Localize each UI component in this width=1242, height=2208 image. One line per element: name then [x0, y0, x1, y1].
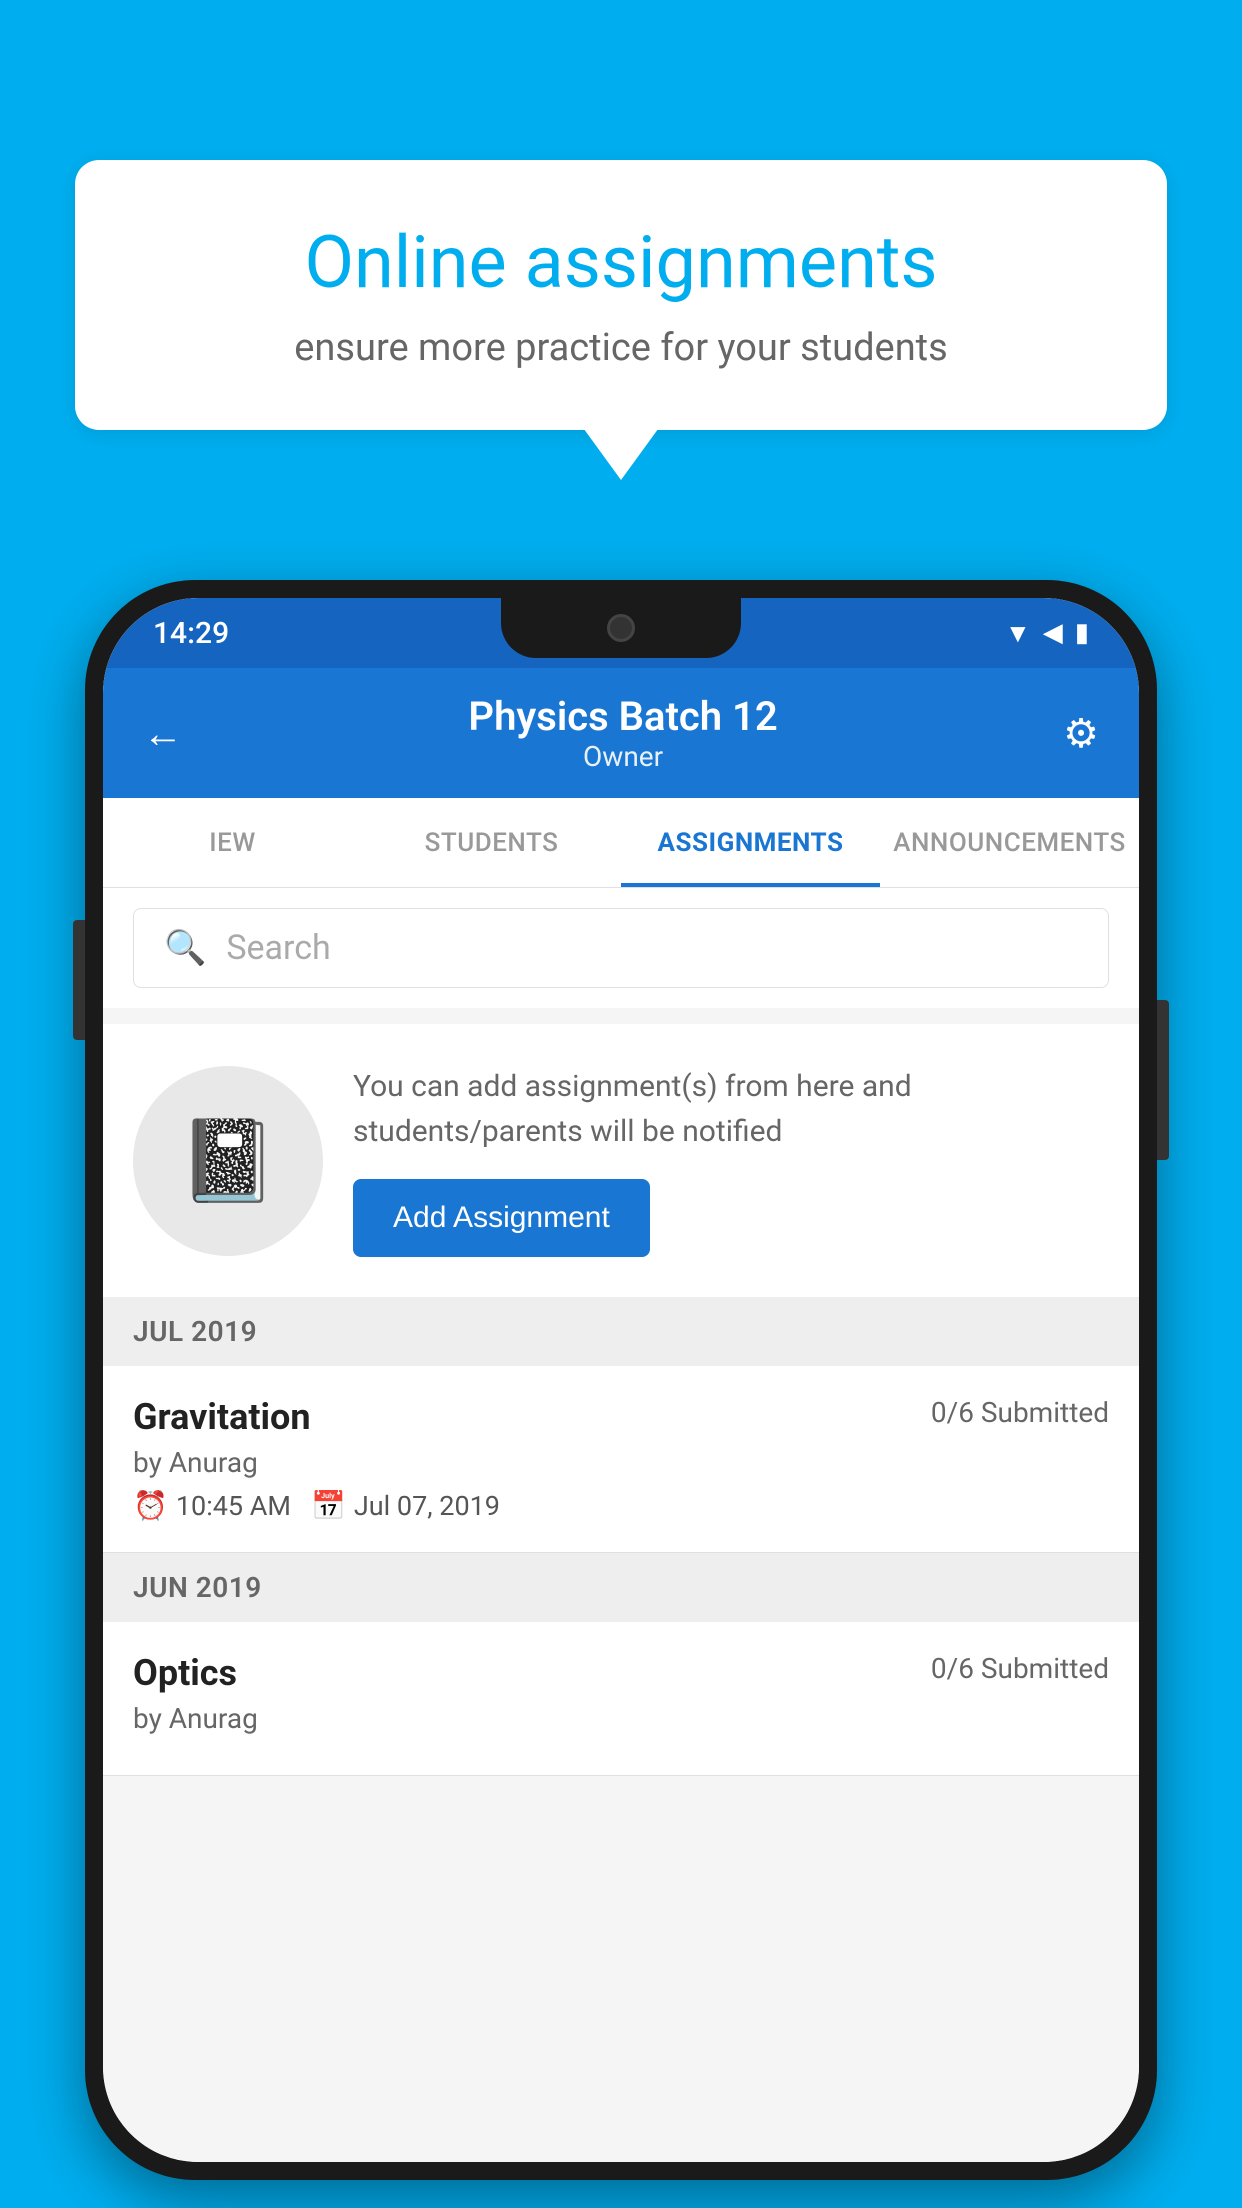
signal-icon: ◀: [1043, 618, 1063, 648]
promo-icon-circle: 📓: [133, 1066, 323, 1256]
assignment-author-optics: by Anurag: [133, 1702, 1109, 1735]
phone-content: 14:29 ▼ ◀ ▮ ← Physics Batch 12 Owner ⚙: [103, 598, 1139, 2162]
section-header-jun2019: JUN 2019: [103, 1553, 1139, 1622]
assignment-submitted: 0/6 Submitted: [931, 1396, 1109, 1429]
assignment-name: Gravitation: [133, 1396, 311, 1438]
phone-power-button: [1157, 1000, 1169, 1160]
section-header-jul2019: JUL 2019: [103, 1297, 1139, 1366]
speech-bubble-title: Online assignments: [145, 220, 1097, 306]
speech-bubble-subtitle: ensure more practice for your students: [145, 326, 1097, 370]
search-placeholder: Search: [226, 928, 330, 968]
search-container: 🔍 Search: [103, 888, 1139, 1008]
tab-assignments[interactable]: ASSIGNMENTS: [621, 798, 880, 887]
tab-iew[interactable]: IEW: [103, 798, 362, 887]
promo-text-group: You can add assignment(s) from here and …: [353, 1064, 1109, 1257]
settings-button[interactable]: ⚙: [1063, 710, 1099, 757]
assignment-date: 📅 Jul 07, 2019: [311, 1489, 500, 1522]
assignment-meta: ⏰ 10:45 AM 📅 Jul 07, 2019: [133, 1489, 1109, 1522]
battery-icon: ▮: [1075, 618, 1089, 648]
clock-icon: ⏰: [133, 1489, 168, 1522]
header-title-group: Physics Batch 12 Owner: [183, 693, 1063, 773]
tab-students[interactable]: STUDENTS: [362, 798, 621, 887]
assignment-name-optics: Optics: [133, 1652, 237, 1694]
assignment-top-row-optics: Optics 0/6 Submitted: [133, 1652, 1109, 1694]
add-assignment-button[interactable]: Add Assignment: [353, 1179, 650, 1257]
assignment-item-gravitation[interactable]: Gravitation 0/6 Submitted by Anurag ⏰ 10…: [103, 1366, 1139, 1553]
assignment-item-optics[interactable]: Optics 0/6 Submitted by Anurag: [103, 1622, 1139, 1776]
speech-bubble: Online assignments ensure more practice …: [75, 160, 1167, 430]
app-header: ← Physics Batch 12 Owner ⚙: [103, 668, 1139, 798]
back-button[interactable]: ←: [143, 710, 183, 757]
phone-volume-button: [73, 920, 85, 1040]
status-time: 14:29: [153, 616, 229, 651]
assignment-promo: 📓 You can add assignment(s) from here an…: [103, 1024, 1139, 1297]
promo-description: You can add assignment(s) from here and …: [353, 1064, 1109, 1154]
tab-announcements[interactable]: ANNOUNCEMENTS: [880, 798, 1139, 887]
notebook-icon: 📓: [178, 1114, 278, 1208]
phone-notch: [501, 598, 741, 658]
header-title: Physics Batch 12: [183, 693, 1063, 740]
assignment-time: ⏰ 10:45 AM: [133, 1489, 291, 1522]
status-icons: ▼ ◀ ▮: [1005, 618, 1089, 649]
calendar-icon: 📅: [311, 1489, 346, 1522]
assignment-submitted-optics: 0/6 Submitted: [931, 1652, 1109, 1685]
phone-camera: [607, 614, 635, 642]
search-icon: 🔍: [164, 928, 206, 968]
phone-screen: 14:29 ▼ ◀ ▮ ← Physics Batch 12 Owner ⚙: [103, 598, 1139, 2162]
tabs-bar: IEW STUDENTS ASSIGNMENTS ANNOUNCEMENTS: [103, 798, 1139, 888]
header-subtitle: Owner: [183, 740, 1063, 773]
assignment-top-row: Gravitation 0/6 Submitted: [133, 1396, 1109, 1438]
wifi-icon: ▼: [1005, 618, 1031, 649]
search-bar[interactable]: 🔍 Search: [133, 908, 1109, 988]
speech-bubble-wrapper: Online assignments ensure more practice …: [75, 160, 1167, 430]
assignment-author: by Anurag: [133, 1446, 1109, 1479]
content-area: 🔍 Search 📓 You can add assignment(s) fro…: [103, 888, 1139, 2162]
phone-frame: 14:29 ▼ ◀ ▮ ← Physics Batch 12 Owner ⚙: [85, 580, 1157, 2180]
